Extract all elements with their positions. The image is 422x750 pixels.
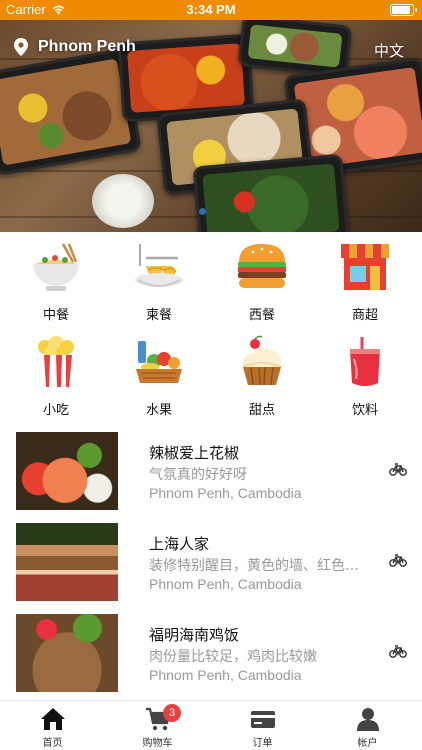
tab-label: 帐户	[357, 738, 378, 749]
cart-badge: 3	[163, 704, 181, 722]
tab-home[interactable]: 首页	[0, 701, 105, 750]
cupcake-icon	[242, 335, 282, 386]
home-icon	[40, 708, 65, 730]
tab-cart[interactable]: 3 购物车	[105, 701, 210, 750]
category-supermarket[interactable]: 商超	[315, 234, 415, 324]
tab-orders[interactable]: 订单	[210, 701, 315, 750]
category-label: 小吃	[42, 403, 69, 418]
category-fruit[interactable]: 水果	[109, 329, 209, 419]
restaurant-name: 上海人家	[149, 535, 210, 553]
fruit-basket-icon	[136, 341, 182, 383]
restaurant-description: 肉份量比较足，鸡肉比较嫩	[149, 649, 317, 665]
category-dessert[interactable]: 甜点	[212, 329, 312, 419]
category-western[interactable]: 西餐	[212, 234, 312, 324]
status-bar: Carrier 3:34 PM	[0, 0, 422, 20]
category-label: 商超	[351, 308, 378, 323]
category-label: 甜点	[248, 403, 275, 418]
restaurant-item[interactable]: 上海人家 装修特别醒目，黄色的墙、红色的柱子 Phnom Penh, Cambo…	[0, 513, 422, 603]
battery-icon	[390, 4, 417, 16]
category-label: 水果	[145, 403, 172, 418]
store-icon	[341, 244, 389, 290]
clock: 3:34 PM	[186, 2, 236, 17]
bicycle-icon	[389, 554, 407, 567]
category-label: 饮料	[351, 403, 378, 418]
restaurant-item[interactable]: 辣椒爱上花椒 气氛真的好好呀 Phnom Penh, Cambodia	[0, 422, 422, 512]
category-label: 柬餐	[145, 308, 172, 323]
page-indicator	[199, 208, 206, 215]
bicycle-icon	[389, 645, 407, 658]
restaurant-address: Phnom Penh, Cambodia	[149, 485, 302, 501]
restaurant-name: 福明海南鸡饭	[149, 626, 240, 644]
restaurant-thumbnail	[16, 432, 118, 510]
category-chinese[interactable]: 中餐	[6, 234, 106, 324]
bicycle-icon	[389, 463, 407, 476]
credit-card-icon	[250, 711, 275, 728]
noodle-bowl-icon	[33, 243, 79, 291]
category-snack[interactable]: 小吃	[6, 329, 106, 419]
restaurant-name: 辣椒爱上花椒	[149, 444, 240, 462]
tab-label: 首页	[42, 738, 63, 749]
burger-icon	[238, 244, 286, 288]
sauce-bowl	[92, 174, 154, 228]
food-container	[192, 153, 350, 232]
restaurant-description: 气氛真的好好呀	[149, 467, 247, 483]
category-grid: 中餐 柬餐 西餐 商超 小吃 水果 甜点 饮料	[0, 232, 422, 422]
location-selector[interactable]: Phnom Penh	[14, 38, 136, 56]
category-label: 西餐	[248, 308, 275, 323]
noodle-plate-icon	[135, 244, 183, 287]
restaurant-item[interactable]: 福明海南鸡饭 肉份量比较足，鸡肉比较嫩 Phnom Penh, Cambodia	[0, 604, 422, 694]
hero-banner[interactable]: Phnom Penh 中文	[0, 20, 422, 232]
category-drinks[interactable]: 饮料	[315, 329, 415, 419]
tab-label: 订单	[252, 738, 273, 749]
restaurant-thumbnail	[16, 614, 118, 692]
tab-label: 购物车	[142, 738, 173, 749]
map-pin-icon	[14, 38, 28, 56]
drink-icon	[350, 337, 380, 386]
language-switch[interactable]: 中文	[374, 40, 404, 61]
restaurant-thumbnail	[16, 523, 118, 601]
popcorn-icon	[38, 336, 74, 387]
tab-account[interactable]: 帐户	[315, 701, 420, 750]
restaurant-description: 装修特别醒目，黄色的墙、红色的柱子	[149, 558, 369, 574]
category-label: 中餐	[42, 308, 69, 323]
user-icon	[356, 708, 379, 731]
restaurant-address: Phnom Penh, Cambodia	[149, 576, 302, 592]
category-cambodian[interactable]: 柬餐	[109, 234, 209, 324]
location-label: Phnom Penh	[38, 38, 136, 55]
tab-bar: 首页 3 购物车 订单 帐户	[0, 700, 422, 750]
restaurant-address: Phnom Penh, Cambodia	[149, 667, 302, 683]
